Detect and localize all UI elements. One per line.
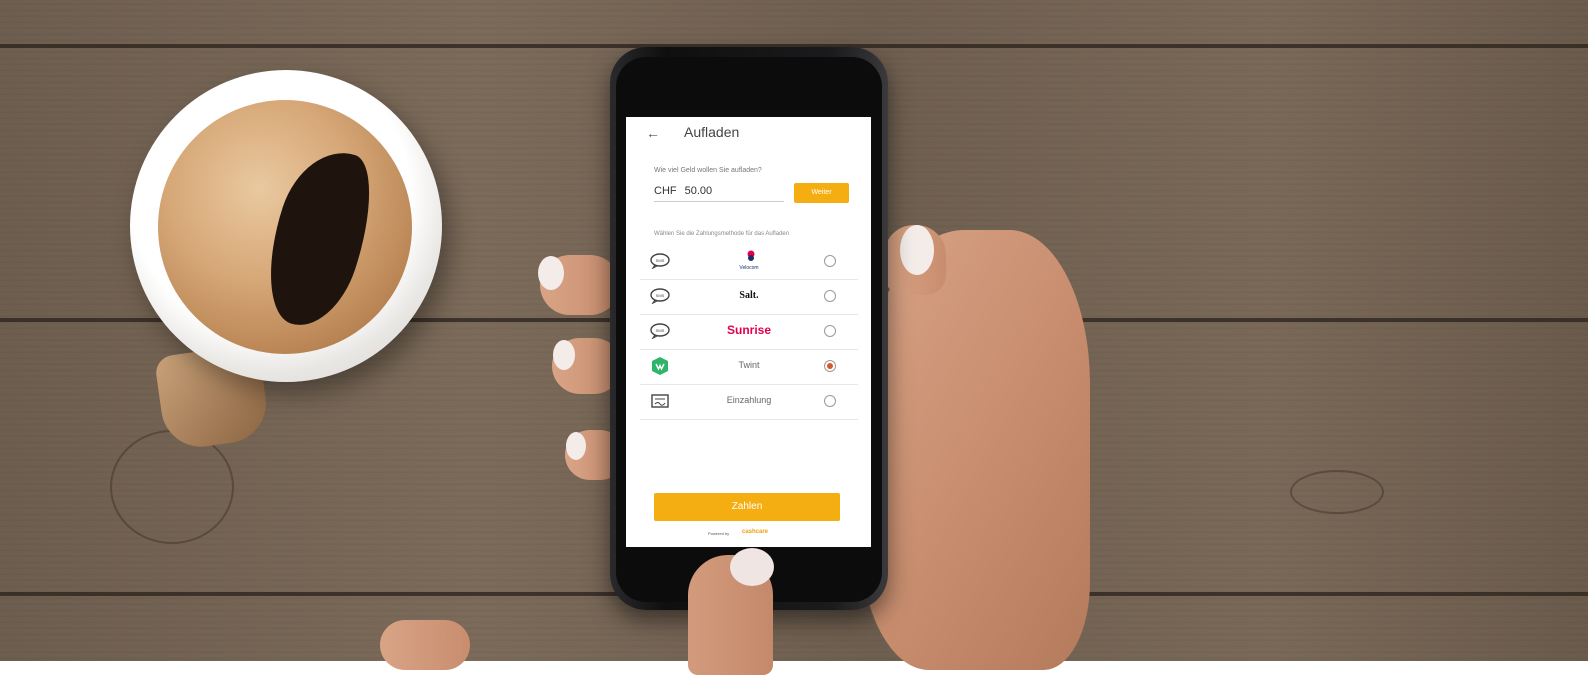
svg-text:SMS: SMS [656,258,665,263]
amount-prompt: Wie viel Geld wollen Sie aufladen? [654,167,762,174]
lower-finger [380,620,470,670]
sms-bubble-icon: SMS [650,253,670,269]
payment-method-row-salt[interactable]: SMS Salt. [640,280,858,315]
payment-method-radio[interactable] [824,255,836,267]
pay-button[interactable]: Zahlen [654,493,840,521]
arrow-left-icon[interactable]: ← [646,125,660,141]
payment-method-prompt: Wählen Sie die Zahlungsmethode für das A… [654,231,790,237]
fingernail [553,340,575,370]
svg-text:SMS: SMS [656,293,665,298]
payment-method-row-velocom[interactable]: SMS Velocom [640,245,858,280]
next-button[interactable]: Weiter [794,183,849,203]
payment-method-label: Twint [738,360,760,370]
sms-bubble-icon: SMS [650,323,670,339]
svg-text:SMS: SMS [656,328,665,333]
payment-method-radio[interactable] [824,325,836,337]
wood-knot [1290,470,1384,514]
amount-value: 50.00 [684,185,713,197]
right-hand [860,230,1090,670]
sms-bubble-icon: SMS [650,288,670,304]
payment-method-radio-selected[interactable] [824,360,836,372]
payment-method-label: Einzahlung [726,395,772,405]
app-screen: ← Aufladen Wie viel Geld wollen Sie aufl… [626,117,871,547]
amount-input[interactable]: CHF 50.00 [654,181,784,202]
payment-method-label: Salt. [739,290,759,301]
payment-method-radio[interactable] [824,290,836,302]
app-header: ← Aufladen [626,117,871,153]
payment-method-row-sunrise[interactable]: SMS Sunrise [640,315,858,350]
twint-icon [652,357,668,375]
page-title: Aufladen [684,124,740,140]
fingernail [538,256,564,290]
fingernail [566,432,586,460]
payment-method-radio[interactable] [824,395,836,407]
wood-knot [110,430,234,544]
fingernail [900,225,934,275]
powered-by-text: Powered by [708,531,730,536]
currency-label: CHF [654,185,677,197]
deposit-slip-icon [651,394,669,408]
payment-method-row-twint[interactable]: Twint [640,350,858,385]
velocom-logo-icon [747,250,755,261]
payment-method-label: Velocom [739,265,759,271]
cashcare-logo: cashcare [742,529,769,535]
payment-method-label: Sunrise [726,323,771,337]
thumbnail-nail [730,548,774,586]
payment-method-row-einzahlung[interactable]: Einzahlung [640,385,858,420]
